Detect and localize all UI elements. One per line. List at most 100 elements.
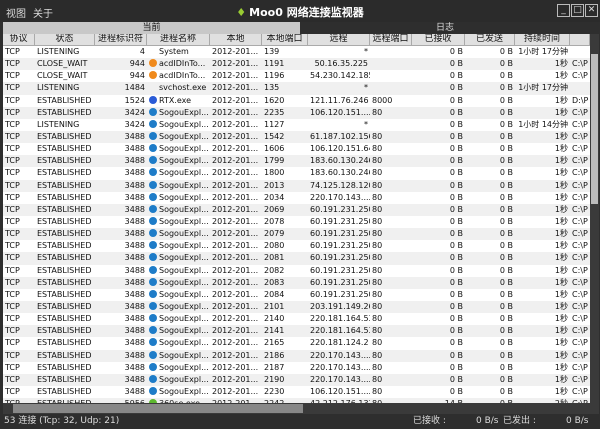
process-name: SogouExpl... [159,144,209,154]
table-row[interactable]: TCP ESTABLISHED 3488 SogouExpl... 2012-201..… [3,228,590,241]
table-row[interactable]: TCP ESTABLISHED 1524 RTX.exe 2012-201... 1620… [3,95,590,107]
table-cell: SogouExpl... [147,228,210,240]
table-row[interactable]: TCP ESTABLISHED 3488 SogouExpl... 2012-201..… [3,130,590,144]
table-cell: ESTABLISHED [37,301,92,311]
process-icon [149,350,157,359]
table-cell: TCP [5,265,20,275]
table-cell: 80 [372,229,383,239]
column-header[interactable]: 远程端口 [370,34,412,45]
table-row[interactable]: TCP LISTENING 4 System 2012-201... 139 * 0 B 0 B… [3,46,590,58]
table-cell: TCP [5,374,20,384]
vertical-scrollbar[interactable] [590,34,599,403]
column-header[interactable]: 已发送 [465,34,515,45]
process-icon [149,265,157,274]
table-cell: SogouExpl... [147,325,210,337]
table-cell: 2079 [264,229,285,239]
scroll-thumb[interactable] [591,54,598,204]
table-row[interactable]: TCP LISTENING 3424 SogouExpl... 2012-201... 1… [3,119,590,131]
table-row[interactable]: TCP ESTABLISHED 3488 SogouExpl... 2012-201..… [3,167,590,179]
table-row[interactable]: TCP ESTABLISHED 3488 SogouExpl... 2012-201..… [3,289,590,301]
process-icon [149,362,157,371]
table-cell: SogouExpl... [147,265,210,277]
table-row[interactable]: TCP ESTABLISHED 3488 SogouExpl... 2012-201..… [3,276,590,289]
table-cell: 2069 [264,204,285,214]
table-cell: 106.120.151.... [310,107,370,117]
column-header[interactable]: 协议 [3,34,35,45]
process-icon [149,71,157,80]
table-row[interactable]: TCP CLOSE_WAIT 944 acdIDInTo... 2012-201... 1… [3,58,590,71]
table-cell: ESTABLISHED [37,216,92,226]
table-cell: 1196 [264,71,285,81]
table-cell: 0 B [499,253,513,263]
table-row[interactable]: TCP ESTABLISHED 3488 SogouExpl... 2012-201..… [3,325,590,338]
table-row[interactable]: TCP ESTABLISHED 3424 SogouExpl... 2012-201..… [3,106,590,119]
minimize-button[interactable]: _ [557,4,570,17]
table-cell: ESTABLISHED [37,192,92,202]
column-header[interactable]: 进程名称 [147,34,210,45]
table-row[interactable]: TCP ESTABLISHED 3488 SogouExpl... 2012-201..… [3,313,590,325]
tab-log[interactable]: 日志 [300,22,590,34]
column-header[interactable] [570,34,590,45]
table-cell: 0 B [449,119,463,129]
table-cell [370,119,412,131]
horizontal-scrollbar[interactable] [3,403,599,414]
maximize-button[interactable]: □ [571,4,584,17]
table-cell: 0 B [449,350,463,360]
process-icon [149,59,157,68]
table-cell: 0 B [499,156,513,166]
column-header[interactable]: 持续时间 [515,34,570,45]
table-row[interactable]: TCP ESTABLISHED 3488 SogouExpl... 2012-201..… [3,179,590,192]
scroll-thumb[interactable] [13,404,303,413]
table-cell: 0 B [449,144,463,154]
column-header[interactable]: 已接收 [412,34,465,45]
table-cell: TCP [5,131,20,141]
tab-current[interactable]: 当前 [3,22,300,34]
table-row[interactable]: TCP ESTABLISHED 3488 SogouExpl... 2012-201..… [3,155,590,168]
table-cell: acdIDInTo... [147,58,210,70]
column-header[interactable]: 进程标识符 [95,34,147,45]
table-cell: 2082 [264,265,285,275]
table-cell: 1秒 [554,374,568,384]
column-header[interactable]: 本地 [210,34,262,45]
table-row[interactable]: TCP ESTABLISHED 3488 SogouExpl... 2012-201..… [3,203,590,216]
column-header[interactable]: 本地端口 [262,34,308,45]
table-cell: C:\P [572,362,588,372]
table-row[interactable]: TCP LISTENING 1484 svchost.exe 2012-201... 13… [3,82,590,95]
table-row[interactable]: TCP ESTABLISHED 3488 SogouExpl... 2012-201..… [3,216,590,228]
table-row[interactable]: TCP ESTABLISHED 3488 SogouExpl... 2012-201..… [3,373,590,386]
connections-table: 协议 状态 进程标识符 进程名称 本地 本地端口 远程 远程端口 已接收 已发送 持续时间 TCP L… [3,34,590,403]
table-row[interactable]: TCP ESTABLISHED 3488 SogouExpl... 2012-201..… [3,337,590,349]
column-header[interactable]: 远程 [308,34,370,45]
table-cell: 1秒 [554,107,568,117]
table-row[interactable]: TCP ESTABLISHED 3488 SogouExpl... 2012-201..… [3,386,590,398]
table-row[interactable]: TCP ESTABLISHED 3488 SogouExpl... 2012-201..… [3,349,590,362]
table-cell: 3488 [124,386,145,396]
table-cell: TCP [5,83,20,93]
table-row[interactable]: TCP ESTABLISHED 3488 SogouExpl... 2012-201..… [3,300,590,314]
table-cell: 4 [139,47,145,56]
table-cell: 220.170.143.... [310,374,370,384]
table-row[interactable]: TCP ESTABLISHED 3488 SogouExpl... 2012-201..… [3,252,590,265]
column-header[interactable]: 状态 [35,34,95,45]
table-cell: 2083 [264,277,285,287]
table-cell: 60.191.231.250 [310,265,370,275]
process-icon [149,47,157,55]
table-row[interactable]: TCP ESTABLISHED 3488 SogouExpl... 2012-201..… [3,265,590,277]
table-row[interactable]: TCP ESTABLISHED 3488 SogouExpl... 2012-201..… [3,240,590,252]
table-row[interactable]: TCP ESTABLISHED 3488 SogouExpl... 2012-201..… [3,362,590,374]
table-row[interactable]: TCP ESTABLISHED 3488 SogouExpl... 2012-201..… [3,192,590,204]
table-cell: 0 B [449,168,463,178]
table-cell: 0 B [449,314,463,324]
table-cell: 0 B [449,277,463,287]
table-cell: C:\P [572,229,588,239]
table-cell: 2081 [264,253,285,263]
close-button[interactable]: ✕ [585,4,598,17]
connection-count: 53 连接 (Tcp: 32, Udp: 21) [4,416,120,426]
table-cell: 0 B [499,301,513,311]
table-cell: 3488 [124,301,145,311]
table-cell: 1秒 [554,314,568,324]
table-row[interactable]: TCP CLOSE_WAIT 944 acdIDInTo... 2012-201... 1… [3,70,590,82]
table-cell: 60.191.231.250 [310,241,370,251]
table-row[interactable]: TCP ESTABLISHED 3488 SogouExpl... 2012-201..… [3,143,590,155]
sent-rate: 0 B/s [566,416,589,426]
